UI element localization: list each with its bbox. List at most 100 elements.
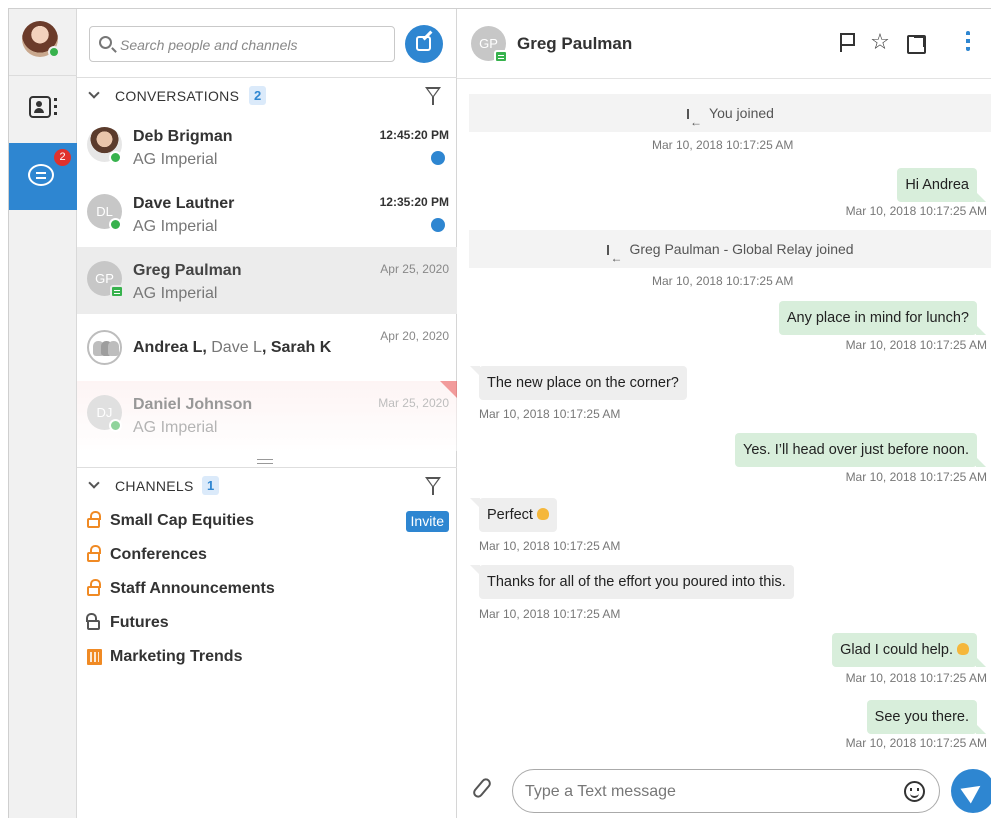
filter-icon[interactable] xyxy=(425,477,441,495)
group-member-name: Sarah K xyxy=(270,339,332,356)
conversation-item-selected[interactable]: GP Greg Paulman AG Imperial Apr 25, 2020 xyxy=(77,247,457,314)
chats-nav[interactable]: 2 xyxy=(9,143,77,210)
name-separator: , xyxy=(261,339,271,356)
ok-hand-emoji-icon xyxy=(536,508,549,520)
conversation-name: Deb Brigman xyxy=(133,128,233,145)
timestamp: Mar 10, 2018 10:17:25 AM xyxy=(845,204,987,218)
online-status-icon xyxy=(109,151,122,164)
channel-item[interactable]: Staff Announcements xyxy=(77,573,457,607)
join-icon xyxy=(607,239,622,277)
timestamp: Mar 10, 2018 10:17:25 AM xyxy=(845,338,987,352)
conversations-count: 2 xyxy=(249,86,267,105)
group-member-name: Dave L xyxy=(211,339,262,356)
conversation-org: AG Imperial xyxy=(133,285,218,302)
system-message-text: You joined xyxy=(709,105,774,121)
chat-panel: GP Greg Paulman ☆ You joined Mar 10, 201… xyxy=(457,9,991,818)
message-input[interactable] xyxy=(525,782,885,802)
popout-icon[interactable] xyxy=(904,31,926,54)
unread-dot-icon xyxy=(431,151,445,165)
conversation-list-panel: CONVERSATIONS 2 Deb Brigman AG Imperial … xyxy=(77,9,457,818)
unread-dot-icon xyxy=(431,218,445,232)
incoming-message: Perfect xyxy=(470,498,557,532)
attachment-icon[interactable] xyxy=(471,776,493,800)
channels-count: 1 xyxy=(202,476,220,495)
emoji-icon[interactable] xyxy=(904,781,925,802)
conversation-time: 12:45:20 PM xyxy=(379,128,449,142)
resize-handle[interactable] xyxy=(257,459,273,464)
timestamp: Mar 10, 2018 10:17:25 AM xyxy=(479,407,621,421)
outgoing-message: Hi Andrea xyxy=(897,168,986,202)
avatar: DL xyxy=(87,194,122,231)
search-box[interactable] xyxy=(89,26,395,62)
message-text: Perfect xyxy=(487,507,533,523)
message-composer xyxy=(457,761,991,818)
chat-title: Greg Paulman xyxy=(517,34,633,53)
lock-icon xyxy=(87,579,101,596)
conversation-org: AG Imperial xyxy=(133,419,218,436)
filter-icon[interactable] xyxy=(425,87,441,105)
left-rail: 2 xyxy=(9,9,77,818)
unlock-icon xyxy=(86,613,100,630)
channel-item[interactable]: Marketing Trends xyxy=(77,641,457,675)
my-avatar[interactable] xyxy=(22,21,60,58)
outgoing-message: Yes. I’ll head over just before noon. xyxy=(735,433,986,467)
channels-title: CHANNELS xyxy=(115,478,194,494)
timestamp: Mar 10, 2018 10:17:25 AM xyxy=(479,607,621,621)
conversations-header[interactable]: CONVERSATIONS 2 xyxy=(77,77,457,113)
channel-item[interactable]: Small Cap Equities Invite xyxy=(77,505,457,539)
conversation-item[interactable]: Deb Brigman AG Imperial 12:45:20 PM xyxy=(77,113,457,180)
chevron-down-icon xyxy=(88,477,100,489)
conversation-item[interactable]: DL Dave Lautner AG Imperial 12:35:20 PM xyxy=(77,180,457,247)
send-button[interactable] xyxy=(951,769,991,813)
star-icon[interactable]: ☆ xyxy=(869,31,891,53)
search-input[interactable] xyxy=(120,35,380,55)
avatar-initials: GP xyxy=(95,271,114,286)
building-icon xyxy=(87,649,102,665)
more-options-icon[interactable] xyxy=(966,31,970,51)
compose-button[interactable] xyxy=(405,25,443,63)
join-icon xyxy=(687,103,702,141)
lock-icon xyxy=(87,545,101,562)
chat-status-icon xyxy=(110,285,124,298)
name-separator: , xyxy=(202,339,212,356)
lock-icon xyxy=(87,511,101,528)
conversation-item-flagged[interactable]: DJ Daniel Johnson AG Imperial Mar 25, 20… xyxy=(77,381,457,451)
avatar[interactable]: GP xyxy=(471,26,508,63)
avatar-initials: DL xyxy=(96,204,113,219)
app-window: 2 CONVERSATIONS 2 Deb Brigman AG Imperia… xyxy=(8,8,991,818)
message-list[interactable]: You joined Mar 10, 2018 10:17:25 AM Hi A… xyxy=(457,80,991,760)
timestamp: Mar 10, 2018 10:17:25 AM xyxy=(652,274,794,288)
thumbs-up-emoji-icon xyxy=(957,643,969,655)
conversation-time: 12:35:20 PM xyxy=(379,195,449,209)
timestamp: Mar 10, 2018 10:17:25 AM xyxy=(845,470,987,484)
online-status-icon xyxy=(109,419,122,432)
channel-label: Conferences xyxy=(110,546,207,563)
invite-badge[interactable]: Invite xyxy=(405,511,449,532)
channel-item[interactable]: Futures xyxy=(77,607,457,641)
outgoing-message: See you there. xyxy=(866,700,987,734)
chat-status-icon xyxy=(494,50,508,63)
person-icon xyxy=(108,341,119,356)
outgoing-message: Glad I could help. xyxy=(832,633,986,667)
flag-icon[interactable] xyxy=(837,31,859,53)
group-avatar-icon xyxy=(87,330,122,365)
conversations-title: CONVERSATIONS xyxy=(115,88,240,104)
contacts-list-icon xyxy=(54,98,57,115)
conversation-item-group[interactable]: Andrea L, Dave L, Sarah K Apr 20, 2020 xyxy=(77,314,457,381)
timestamp: Mar 10, 2018 10:17:25 AM xyxy=(479,539,621,553)
message-text: Glad I could help. xyxy=(840,642,953,658)
message-input-box[interactable] xyxy=(512,769,940,813)
unread-badge: 2 xyxy=(54,149,71,166)
system-message-text: Greg Paulman - Global Relay joined xyxy=(629,241,854,257)
channel-item[interactable]: Conferences xyxy=(77,539,457,573)
conversation-name: Dave Lautner xyxy=(133,195,235,212)
incoming-message: Thanks for all of the effort you poured … xyxy=(470,565,794,599)
conversation-org: AG Imperial xyxy=(133,151,218,168)
contacts-nav[interactable] xyxy=(9,75,77,137)
avatar xyxy=(87,127,122,164)
group-member-name: Andrea L xyxy=(133,339,203,356)
chevron-down-icon xyxy=(88,87,100,99)
channels-header[interactable]: CHANNELS 1 xyxy=(77,467,457,503)
conversation-time: Apr 20, 2020 xyxy=(380,329,449,343)
outgoing-message: Any place in mind for lunch? xyxy=(778,301,987,335)
